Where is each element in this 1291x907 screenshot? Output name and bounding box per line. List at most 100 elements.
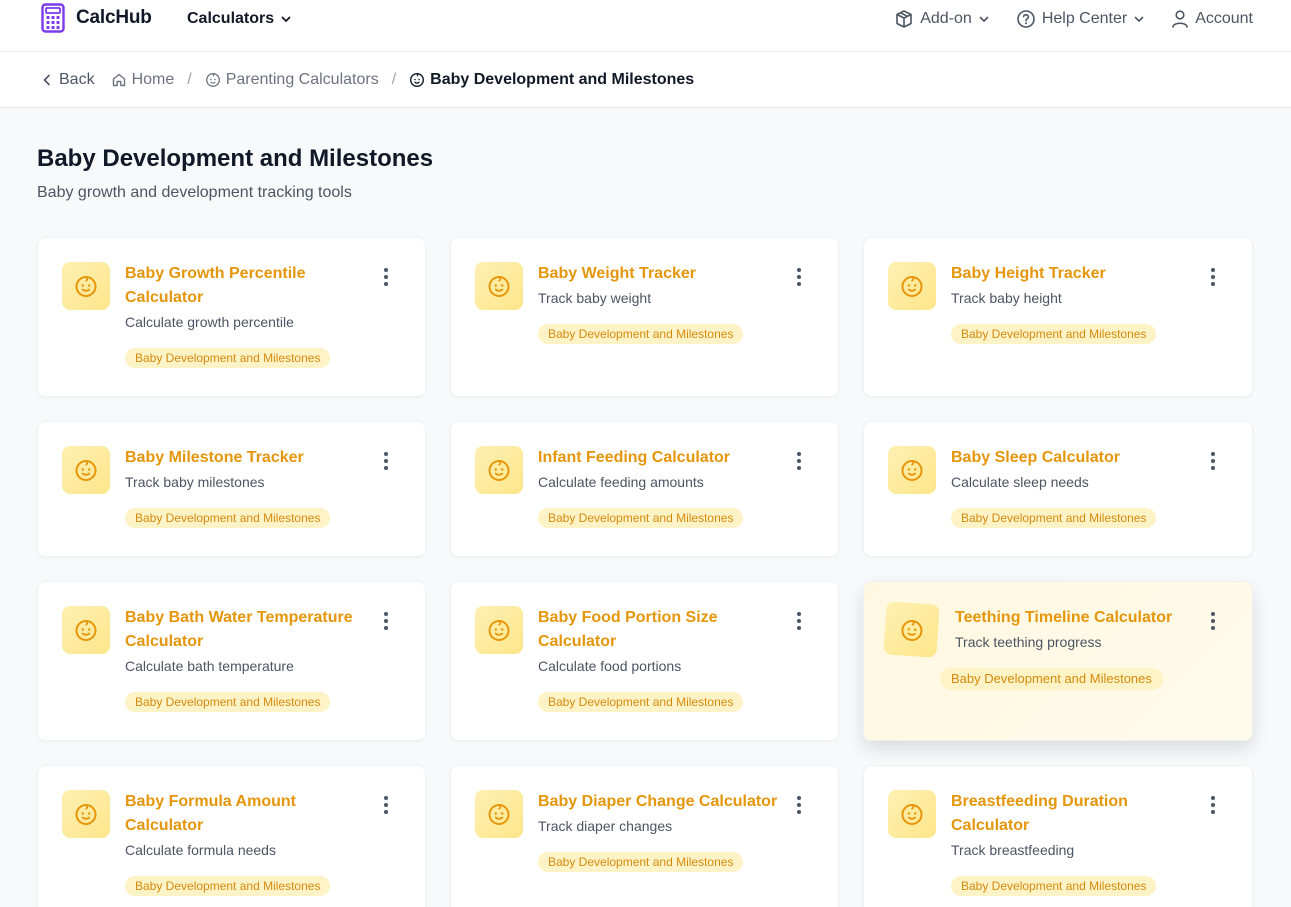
more-options-icon[interactable] — [383, 796, 389, 814]
calculator-card[interactable]: Baby Formula Amount Calculator Calculate … — [37, 765, 426, 907]
more-options-icon[interactable] — [383, 268, 389, 286]
card-title[interactable]: Baby Height Tracker — [951, 262, 1192, 286]
baby-face-icon — [205, 72, 221, 88]
card-body: Baby Diaper Change Calculator Track diape… — [538, 790, 814, 872]
calculator-card[interactable]: Baby Milestone Tracker Track baby milesto… — [37, 421, 426, 557]
calculator-card[interactable]: Baby Weight Tracker Track baby weight Baby… — [450, 237, 839, 397]
addon-label: Add-on — [920, 10, 972, 27]
card-title[interactable]: Baby Food Portion Size Calculator — [538, 606, 778, 654]
top-navbar: CalcHub Calculators Add-on Help Center A… — [0, 0, 1291, 52]
calculators-menu-label: Calculators — [187, 10, 275, 27]
grid-row: Baby Milestone Tracker Track baby milesto… — [37, 421, 1253, 557]
card-title[interactable]: Baby Sleep Calculator — [951, 446, 1192, 470]
category-badge: Baby Development and Milestones — [940, 668, 1163, 690]
baby-face-icon — [475, 606, 523, 654]
card-body: Infant Feeding Calculator Calculate feedi… — [538, 446, 814, 528]
calculator-card[interactable]: Baby Sleep Calculator Calculate sleep nee… — [863, 421, 1253, 557]
current-page-label: Baby Development and Milestones — [430, 71, 695, 88]
card-description: Track baby height — [951, 290, 1062, 306]
home-link[interactable]: Home — [111, 71, 174, 89]
baby-face-icon — [888, 262, 936, 310]
breadcrumb-bar: Back Home / Parenting Calculators / Baby… — [0, 52, 1291, 108]
calculator-card[interactable]: Infant Feeding Calculator Calculate feedi… — [450, 421, 839, 557]
calculator-card[interactable]: Breastfeeding Duration Calculator Track b… — [863, 765, 1253, 907]
category-badge: Baby Development and Milestones — [951, 876, 1157, 896]
category-badge: Baby Development and Milestones — [125, 508, 331, 528]
brand-name: CalcHub — [76, 7, 152, 28]
category-badge: Baby Development and Milestones — [538, 692, 744, 712]
more-options-icon[interactable] — [383, 452, 389, 470]
more-options-icon[interactable] — [1210, 452, 1216, 470]
help-circle-icon — [1016, 9, 1036, 29]
card-description: Calculate feeding amounts — [538, 474, 704, 490]
card-description: Track breastfeeding — [951, 842, 1075, 858]
category-badge: Baby Development and Milestones — [951, 324, 1157, 344]
card-description: Calculate food portions — [538, 658, 682, 674]
breadcrumb: Back Home / Parenting Calculators / Baby… — [40, 71, 694, 89]
user-icon — [1171, 9, 1189, 29]
more-options-icon[interactable] — [1210, 268, 1216, 286]
current-page-crumb: Baby Development and Milestones — [409, 71, 694, 89]
parenting-calculators-label: Parenting Calculators — [225, 71, 379, 88]
more-options-icon[interactable] — [796, 452, 802, 470]
account-menu[interactable]: Account — [1171, 9, 1253, 29]
back-label: Back — [59, 71, 95, 88]
baby-face-icon — [62, 262, 110, 310]
chevron-down-icon — [1133, 13, 1145, 25]
grid-row: Baby Bath Water Temperature Calculator Ca… — [37, 581, 1253, 741]
card-title[interactable]: Teething Timeline Calculator — [955, 606, 1192, 630]
chevron-down-icon — [281, 16, 291, 22]
card-description: Calculate growth percentile — [125, 314, 294, 330]
help-center-menu[interactable]: Help Center — [1016, 9, 1145, 29]
back-link[interactable]: Back — [40, 71, 95, 89]
help-center-label: Help Center — [1041, 10, 1128, 27]
breadcrumb-separator: / — [187, 71, 192, 88]
card-body: Baby Sleep Calculator Calculate sleep nee… — [951, 446, 1228, 528]
calculator-card[interactable]: Baby Growth Percentile Calculator Calcula… — [37, 237, 426, 397]
baby-face-icon — [888, 790, 936, 838]
calculator-card[interactable]: Teething Timeline Calculator Track teethi… — [863, 581, 1253, 741]
baby-face-icon — [888, 446, 936, 494]
category-badge: Baby Development and Milestones — [538, 852, 744, 872]
card-description: Calculate formula needs — [125, 842, 276, 858]
card-title[interactable]: Baby Milestone Tracker — [125, 446, 365, 470]
brand[interactable]: CalcHub — [41, 3, 152, 33]
nav-right: Add-on Help Center Account — [868, 9, 1253, 29]
category-badge: Baby Development and Milestones — [125, 876, 331, 896]
more-options-icon[interactable] — [383, 612, 389, 630]
account-label: Account — [1195, 10, 1253, 27]
more-options-icon[interactable] — [796, 268, 802, 286]
calculator-card[interactable]: Baby Diaper Change Calculator Track diape… — [450, 765, 839, 907]
card-body: Baby Bath Water Temperature Calculator Ca… — [125, 606, 401, 712]
card-title[interactable]: Baby Bath Water Temperature Calculator — [125, 606, 365, 654]
parenting-calculators-link[interactable]: Parenting Calculators — [205, 71, 379, 89]
package-icon — [894, 9, 914, 29]
card-description: Track baby milestones — [125, 474, 265, 490]
card-body: Baby Growth Percentile Calculator Calcula… — [125, 262, 401, 368]
card-title[interactable]: Baby Diaper Change Calculator — [538, 790, 778, 814]
calculator-card[interactable]: Baby Height Tracker Track baby height Baby… — [863, 237, 1253, 397]
calculator-card[interactable]: Baby Bath Water Temperature Calculator Ca… — [37, 581, 426, 741]
card-description: Calculate bath temperature — [125, 658, 294, 674]
card-title[interactable]: Baby Growth Percentile Calculator — [125, 262, 365, 310]
baby-face-icon — [883, 601, 940, 658]
card-description: Track baby weight — [538, 290, 652, 306]
baby-face-icon — [62, 790, 110, 838]
addon-menu[interactable]: Add-on — [894, 9, 990, 29]
card-description: Track teething progress — [955, 634, 1102, 650]
grid-row: Baby Growth Percentile Calculator Calcula… — [37, 237, 1253, 397]
more-options-icon[interactable] — [1210, 796, 1216, 814]
card-title[interactable]: Breastfeeding Duration Calculator — [951, 790, 1192, 838]
chevron-left-icon — [40, 73, 54, 87]
card-title[interactable]: Baby Weight Tracker — [538, 262, 778, 286]
calculators-menu[interactable]: Calculators — [187, 10, 292, 28]
more-options-icon[interactable] — [796, 796, 802, 814]
baby-face-icon — [475, 790, 523, 838]
card-title[interactable]: Baby Formula Amount Calculator — [125, 790, 365, 838]
more-options-icon[interactable] — [1210, 612, 1216, 630]
baby-face-icon — [62, 446, 110, 494]
more-options-icon[interactable] — [796, 612, 802, 630]
calculator-card[interactable]: Baby Food Portion Size Calculator Calcula… — [450, 581, 839, 741]
card-title[interactable]: Infant Feeding Calculator — [538, 446, 778, 470]
breadcrumb-separator: / — [391, 71, 397, 88]
